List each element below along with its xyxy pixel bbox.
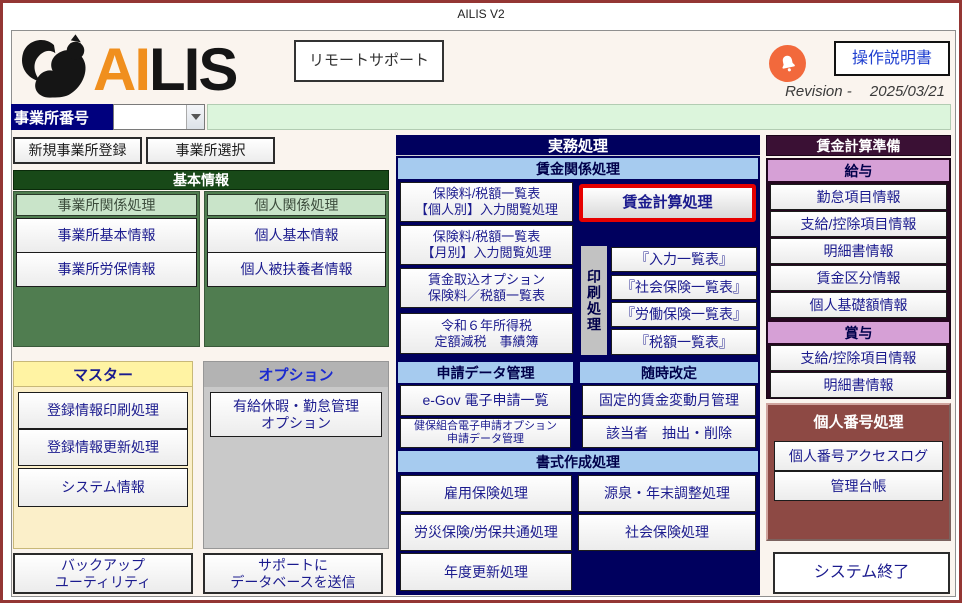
- office-name-display-band: [207, 104, 951, 130]
- squirrel-logo-icon: [19, 34, 93, 107]
- bonus-statement-info-button[interactable]: 明細書情報: [770, 372, 947, 398]
- new-office-button[interactable]: 新規事業所登録: [13, 137, 142, 164]
- print-processing-tab: 印刷処理: [581, 246, 607, 355]
- wage-category-info-button[interactable]: 賃金区分情報: [770, 265, 947, 291]
- applicable-extract-delete-button[interactable]: 該当者 抽出・削除: [582, 418, 756, 448]
- chevron-down-icon: [191, 114, 201, 120]
- app-window: AILIS V2 AILIS リモートサポート 操作説明書 Revision -…: [0, 0, 962, 603]
- application-data-header: 申請データ管理: [398, 362, 573, 383]
- attendance-item-info-button[interactable]: 勤怠項目情報: [770, 184, 947, 210]
- wage-prep-panel: 給与 勤怠項目情報 支給/控除項目情報 明細書情報 賃金区分情報 個人基礎額情報…: [766, 158, 951, 399]
- premium-tax-list-monthly-button[interactable]: 保険料/税額一覧表 【月別】入力閲覧処理: [400, 225, 573, 265]
- update-registered-info-button[interactable]: 登録情報更新処理: [18, 429, 188, 466]
- master-header: マスター: [14, 362, 192, 387]
- employment-insurance-button[interactable]: 雇用保険処理: [400, 475, 572, 512]
- print-labor-insurance-list-button[interactable]: 『労働保険一覧表』: [611, 302, 757, 327]
- personal-dependent-info-button[interactable]: 個人被扶養者情報: [207, 252, 386, 287]
- print-input-list-button[interactable]: 『入力一覧表』: [611, 247, 757, 272]
- wage-prep-header: 賃金計算準備: [766, 135, 951, 156]
- social-insurance-processing-button[interactable]: 社会保険処理: [578, 514, 756, 551]
- salary-statement-info-button[interactable]: 明細書情報: [770, 238, 947, 264]
- workers-comp-labor-common-button[interactable]: 労災保険/労保共通処理: [400, 514, 572, 551]
- office-number-label: 事業所番号: [11, 104, 113, 130]
- jiji-kaitei-header: 随時改定: [580, 362, 758, 383]
- backup-utility-button[interactable]: バックアップ ユーティリティ: [13, 553, 193, 594]
- office-number-value: [114, 105, 186, 129]
- personal-group-header: 個人関係処理: [207, 194, 386, 216]
- basic-info-header: 基本情報: [13, 170, 389, 190]
- kenpo-union-eapp-option-button[interactable]: 健保組合電子申請オプション 申請データ管理: [400, 418, 571, 448]
- salary-header: 給与: [768, 160, 949, 181]
- system-info-button[interactable]: システム情報: [18, 468, 188, 507]
- premium-tax-list-personal-button[interactable]: 保険料/税額一覧表 【個人別】入力閲覧処理: [400, 182, 573, 222]
- window-title: AILIS V2: [3, 7, 959, 21]
- revision-info: Revision - 2025/03/21: [785, 83, 945, 100]
- mynumber-access-log-button[interactable]: 個人番号アクセスログ: [774, 441, 943, 471]
- logo-text-lis: LIS: [149, 36, 236, 103]
- personal-basic-info-button[interactable]: 個人基本情報: [207, 218, 386, 253]
- bonus-header: 賞与: [768, 322, 949, 343]
- practical-processing-panel: 実務処理 賃金関係処理 保険料/税額一覧表 【個人別】入力閲覧処理 保険料/税額…: [396, 135, 760, 595]
- office-basic-info-button[interactable]: 事業所基本情報: [16, 218, 197, 253]
- paid-leave-attendance-option-button[interactable]: 有給休暇・勤怠管理 オプション: [210, 392, 382, 437]
- print-tax-list-button[interactable]: 『税額一覧表』: [611, 329, 757, 355]
- manual-button[interactable]: 操作説明書: [834, 41, 950, 76]
- mynumber-panel: 個人番号処理 個人番号アクセスログ 管理台帳: [766, 403, 951, 541]
- revision-date: 2025/03/21: [870, 83, 945, 100]
- remote-support-button[interactable]: リモートサポート: [294, 40, 444, 82]
- office-group-panel: 事業所関係処理 事業所基本情報 事業所労保情報: [13, 191, 200, 347]
- print-social-insurance-list-button[interactable]: 『社会保険一覧表』: [611, 275, 757, 300]
- office-number-combobox[interactable]: [113, 104, 205, 130]
- office-labor-info-button[interactable]: 事業所労保情報: [16, 252, 197, 287]
- reiwa6-tax-reduction-ledger-button[interactable]: 令和６年所得税 定額減税 事績簿: [400, 313, 573, 354]
- option-panel: オプション 有給休暇・勤怠管理 オプション: [203, 361, 389, 549]
- select-office-button[interactable]: 事業所選択: [146, 137, 275, 164]
- personal-group-panel: 個人関係処理 個人基本情報 個人被扶養者情報: [204, 191, 389, 347]
- wage-related-header: 賃金関係処理: [398, 158, 758, 179]
- office-group-header: 事業所関係処理: [16, 194, 197, 216]
- management-ledger-button[interactable]: 管理台帳: [774, 471, 943, 501]
- annual-update-button[interactable]: 年度更新処理: [400, 553, 572, 591]
- egov-application-list-button[interactable]: e-Gov 電子申請一覧: [400, 385, 571, 416]
- master-panel: マスター 登録情報印刷処理 登録情報更新処理 システム情報: [13, 361, 193, 549]
- app-logo: AILIS: [19, 35, 289, 105]
- fixed-wage-change-month-button[interactable]: 固定的賃金変動月管理: [582, 385, 756, 416]
- withholding-yearend-adjustment-button[interactable]: 源泉・年末調整処理: [578, 475, 756, 512]
- option-header: オプション: [204, 362, 388, 387]
- print-registered-info-button[interactable]: 登録情報印刷処理: [18, 392, 188, 429]
- practical-processing-header: 実務処理: [396, 135, 760, 156]
- wage-import-option-button[interactable]: 賃金取込オプション 保険料／税額一覧表: [400, 268, 573, 308]
- personal-base-amount-info-button[interactable]: 個人基礎額情報: [770, 292, 947, 318]
- system-exit-button[interactable]: システム終了: [773, 552, 950, 594]
- combobox-dropdown-button[interactable]: [186, 105, 204, 129]
- send-database-to-support-button[interactable]: サポートに データベースを送信: [203, 553, 383, 594]
- bonus-payment-deduction-item-button[interactable]: 支給/控除項目情報: [770, 345, 947, 371]
- logo-text-ai: AI: [93, 36, 149, 103]
- salary-payment-deduction-item-button[interactable]: 支給/控除項目情報: [770, 211, 947, 237]
- form-creation-header: 書式作成処理: [398, 451, 758, 472]
- mynumber-header: 個人番号処理: [768, 410, 949, 432]
- wage-calculation-button[interactable]: 賃金計算処理: [579, 184, 756, 222]
